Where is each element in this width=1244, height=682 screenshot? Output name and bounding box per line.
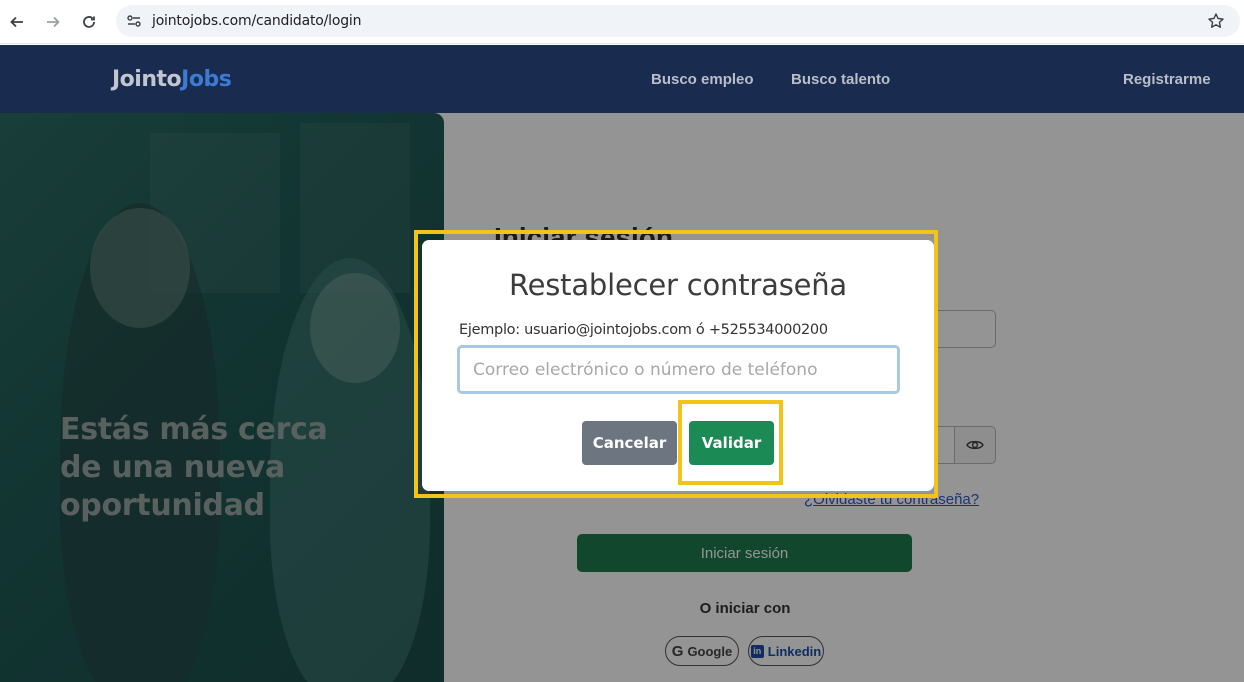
input-hint: Ejemplo: usuario@jointojobs.com ó +52553… [459, 322, 828, 338]
cancel-button[interactable]: Cancelar [582, 421, 677, 465]
back-icon[interactable] [4, 9, 30, 35]
address-bar[interactable]: jointojobs.com/candidato/login [116, 5, 1240, 37]
site-settings-icon[interactable] [124, 11, 144, 31]
logo[interactable]: JointoJobs [112, 67, 232, 92]
site-header: JointoJobs Busco empleo Busco talento Re… [0, 45, 1244, 113]
browser-toolbar: jointojobs.com/candidato/login [0, 0, 1244, 44]
validate-highlight-frame [678, 400, 783, 485]
url-text[interactable]: jointojobs.com/candidato/login [152, 13, 361, 29]
forward-icon[interactable] [40, 9, 66, 35]
email-or-phone-input[interactable] [457, 345, 900, 394]
modal-title: Restablecer contraseña [508, 268, 847, 302]
nav-busco-talento[interactable]: Busco talento [791, 71, 890, 88]
reload-icon[interactable] [76, 9, 102, 35]
register-link[interactable]: Registrarme [1123, 71, 1211, 88]
bookmark-star-icon[interactable] [1206, 11, 1226, 31]
nav-busco-empleo[interactable]: Busco empleo [651, 71, 754, 88]
